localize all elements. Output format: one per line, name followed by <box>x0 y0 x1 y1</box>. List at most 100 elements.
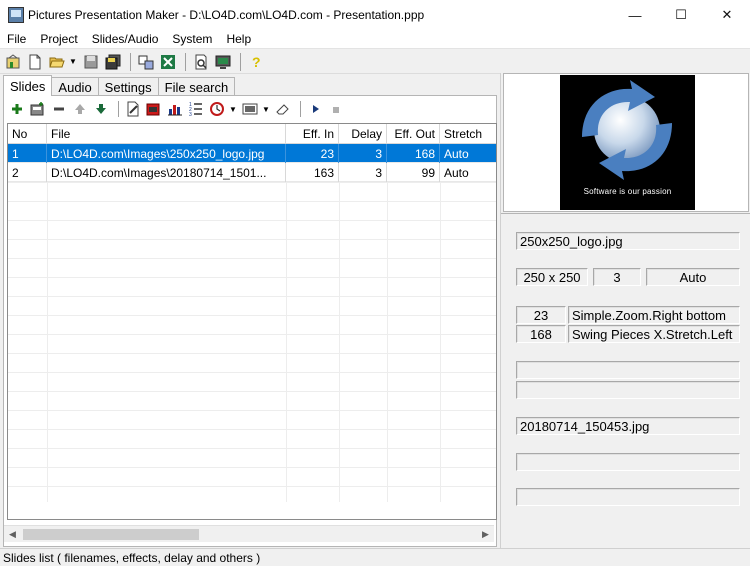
preview-image: Software is our passion <box>560 75 695 210</box>
grid-line <box>286 182 287 502</box>
new-file-icon[interactable] <box>25 52 45 72</box>
clock-dropdown-icon[interactable]: ▼ <box>229 105 237 114</box>
tab-file-search[interactable]: File search <box>157 77 236 96</box>
empty-field-4 <box>516 488 740 506</box>
menu-help[interactable]: Help <box>219 32 258 46</box>
slides-toolbar: 123 ▼ ▼ <box>4 98 496 120</box>
table-row[interactable]: 1 D:\LO4D.com\Images\250x250_logo.jpg 23… <box>8 144 496 163</box>
clock-icon[interactable] <box>208 100 226 118</box>
stop-icon[interactable] <box>327 100 345 118</box>
add-slide-icon[interactable] <box>8 100 26 118</box>
cell-eff-out: 99 <box>387 163 440 182</box>
empty-field-1 <box>516 361 740 379</box>
menu-file[interactable]: File <box>0 32 33 46</box>
status-text: Slides list ( filenames, effects, delay … <box>3 550 261 565</box>
file1-name-field: 250x250_logo.jpg <box>516 232 740 250</box>
file1-stretch-field: Auto <box>646 268 740 286</box>
header-no[interactable]: No <box>8 124 47 144</box>
tab-strip: Slides Audio Settings File search <box>3 75 236 96</box>
empty-field-3 <box>516 453 740 471</box>
open-dropdown-icon[interactable]: ▼ <box>69 57 77 66</box>
scroll-track[interactable] <box>21 527 477 542</box>
convert-icon[interactable] <box>136 52 156 72</box>
remove-slide-icon[interactable] <box>50 100 68 118</box>
minimize-button[interactable]: — <box>612 0 658 30</box>
toolbar-separator <box>118 101 119 117</box>
grid-body: 1 D:\LO4D.com\Images\250x250_logo.jpg 2 3… <box>8 144 496 182</box>
main-toolbar: ▼ ? <box>0 50 750 74</box>
tab-slides[interactable]: Slides <box>3 75 53 96</box>
details-panel: Software is our passion 250x250_logo.jpg… <box>500 73 750 548</box>
cell-file: D:\LO4D.com\Images\250x250_logo.jpg <box>47 144 286 163</box>
scroll-left-icon[interactable]: ◀ <box>4 526 21 543</box>
edit-icon[interactable] <box>124 100 142 118</box>
help-icon[interactable]: ? <box>246 52 266 72</box>
header-file[interactable]: File <box>47 124 286 144</box>
grid-line <box>339 182 340 502</box>
effect-out-name: Swing Pieces X.Stretch.Left <box>568 325 740 343</box>
header-stretch[interactable]: Stretch <box>440 124 495 144</box>
app-icon <box>8 7 24 23</box>
panel-divider <box>501 213 750 214</box>
effect-in-number: 23 <box>516 306 566 324</box>
stretch-dropdown-icon[interactable]: ▼ <box>262 105 270 114</box>
add-folder-icon[interactable] <box>29 100 47 118</box>
toolbar-separator <box>240 52 241 71</box>
scroll-right-icon[interactable]: ▶ <box>477 526 494 543</box>
header-eff-in[interactable]: Eff. In <box>286 124 339 144</box>
file1-delay-field: 3 <box>593 268 641 286</box>
toolbar-separator <box>185 52 186 71</box>
monitor-icon[interactable] <box>213 52 233 72</box>
preview-caption: Software is our passion <box>583 187 672 196</box>
menu-slides-audio[interactable]: Slides/Audio <box>85 32 166 46</box>
horizontal-scrollbar[interactable]: ◀ ▶ <box>4 525 494 542</box>
eraser-icon[interactable] <box>274 100 292 118</box>
cell-no: 2 <box>8 163 47 182</box>
table-row[interactable]: 2 D:\LO4D.com\Images\20180714_1501... 16… <box>8 163 496 182</box>
slides-grid: No File Eff. In Delay Eff. Out Stretch 1… <box>7 123 497 520</box>
cell-eff-in: 163 <box>286 163 339 182</box>
header-delay[interactable]: Delay <box>339 124 387 144</box>
chart-icon[interactable] <box>166 100 184 118</box>
close-button[interactable]: ✕ <box>704 0 750 30</box>
grid-header: No File Eff. In Delay Eff. Out Stretch <box>8 124 496 144</box>
cell-delay: 3 <box>339 163 387 182</box>
scroll-thumb[interactable] <box>23 528 199 540</box>
save-icon[interactable] <box>81 52 101 72</box>
grid-line <box>47 182 48 502</box>
cell-no: 1 <box>8 144 47 163</box>
wizard-icon[interactable] <box>3 52 23 72</box>
move-up-icon[interactable] <box>71 100 89 118</box>
empty-grid-area[interactable] <box>8 182 496 502</box>
maximize-button[interactable]: ☐ <box>658 0 704 30</box>
cell-delay: 3 <box>339 144 387 163</box>
empty-field-2 <box>516 381 740 399</box>
move-down-icon[interactable] <box>92 100 110 118</box>
cell-stretch: Auto <box>444 146 469 161</box>
header-eff-out[interactable]: Eff. Out <box>387 124 440 144</box>
excel-icon[interactable] <box>158 52 178 72</box>
effect-in-name: Simple.Zoom.Right bottom <box>568 306 740 324</box>
file1-size-field: 250 x 250 <box>516 268 588 286</box>
numbered-list-icon[interactable]: 123 <box>187 100 205 118</box>
effects-icon[interactable] <box>145 100 163 118</box>
status-bar: Slides list ( filenames, effects, delay … <box>0 548 750 566</box>
preview-icon[interactable] <box>191 52 211 72</box>
cell-file: D:\LO4D.com\Images\20180714_1501... <box>47 163 286 182</box>
tab-settings[interactable]: Settings <box>97 77 159 96</box>
image-preview: Software is our passion <box>503 73 749 212</box>
toolbar-separator <box>130 52 131 71</box>
window-title: Pictures Presentation Maker - D:\LO4D.co… <box>28 8 425 22</box>
play-icon[interactable] <box>306 100 324 118</box>
menu-project[interactable]: Project <box>33 32 84 46</box>
menu-bar: File Project Slides/Audio System Help <box>0 30 750 49</box>
file2-name-field: 20180714_150453.jpg <box>516 417 740 435</box>
svg-text:?: ? <box>252 54 261 70</box>
title-bar: Pictures Presentation Maker - D:\LO4D.co… <box>0 0 750 30</box>
tab-audio[interactable]: Audio <box>51 77 99 96</box>
stretch-icon[interactable] <box>241 100 259 118</box>
menu-system[interactable]: System <box>165 32 219 46</box>
open-folder-icon[interactable] <box>47 52 67 72</box>
effect-out-number: 168 <box>516 325 566 343</box>
save-all-icon[interactable] <box>103 52 123 72</box>
